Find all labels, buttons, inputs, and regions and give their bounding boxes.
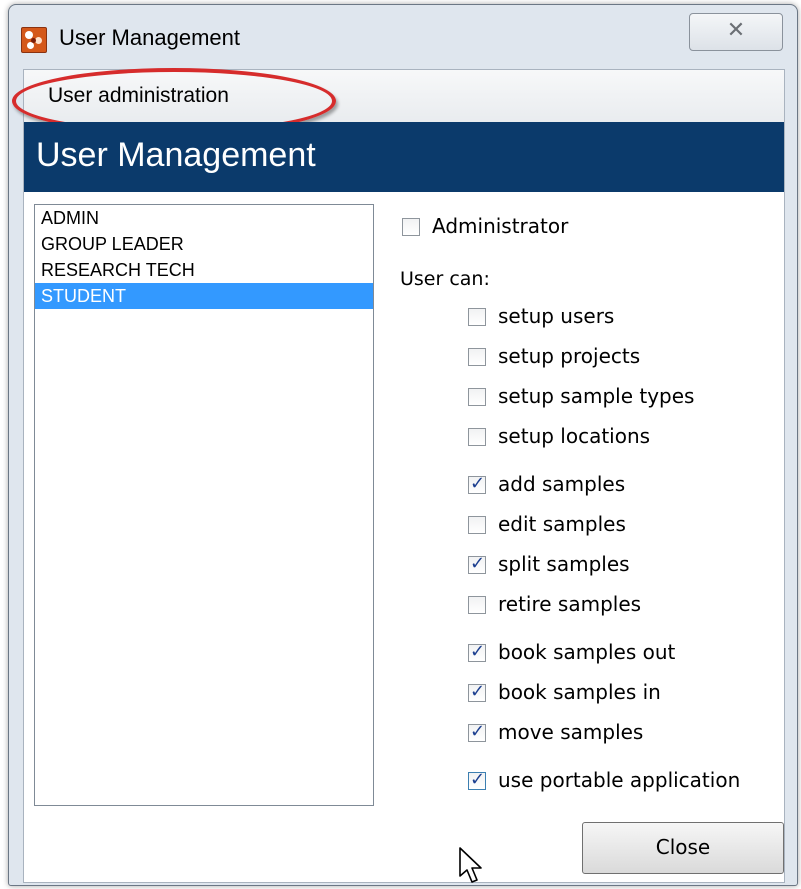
- app-icon: [21, 27, 47, 53]
- check-icon: ✓: [470, 681, 486, 702]
- edit-samples-label: edit samples: [498, 512, 626, 536]
- header-band: User Management: [24, 122, 784, 192]
- move-samples-checkbox[interactable]: ✓: [468, 721, 486, 742]
- list-item-admin[interactable]: ADMIN: [35, 205, 373, 231]
- add-samples-label: add samples: [498, 472, 626, 496]
- setup-users-label: setup users: [498, 304, 615, 328]
- add-samples-checkbox[interactable]: ✓: [468, 473, 486, 494]
- move-samples-label: move samples: [498, 720, 644, 744]
- user-management-window: User Management ✕ User administration Us…: [8, 4, 798, 886]
- setup-locations-label: setup locations: [498, 424, 651, 448]
- mouse-pointer-icon: [459, 847, 482, 883]
- list-item-group-leader[interactable]: GROUP LEADER: [35, 231, 373, 257]
- window-title: User Management: [59, 25, 240, 50]
- list-item-research-tech[interactable]: RESEARCH TECH: [35, 257, 373, 283]
- book-samples-in-checkbox[interactable]: ✓: [468, 681, 486, 702]
- check-icon: ✓: [470, 553, 486, 574]
- check-icon: ✓: [470, 473, 486, 494]
- use-portable-application-label: use portable application: [498, 768, 741, 792]
- split-samples-label: split samples: [498, 552, 630, 576]
- list-item-student[interactable]: STUDENT: [35, 283, 373, 309]
- retire-samples-label: retire samples: [498, 592, 642, 616]
- book-samples-in-label: book samples in: [498, 680, 661, 704]
- setup-sample-types-label: setup sample types: [498, 384, 695, 408]
- setup-users-checkbox[interactable]: [468, 308, 486, 326]
- edit-samples-checkbox[interactable]: [468, 516, 486, 534]
- setup-locations-checkbox[interactable]: [468, 428, 486, 446]
- use-portable-application-checkbox[interactable]: ✓: [468, 769, 486, 790]
- check-icon: ✓: [470, 721, 486, 742]
- administrator-checkbox[interactable]: [402, 218, 420, 236]
- page-title: User Management: [36, 136, 316, 174]
- setup-sample-types-checkbox[interactable]: [468, 388, 486, 406]
- book-samples-out-checkbox[interactable]: ✓: [468, 641, 486, 662]
- close-icon: ✕: [726, 18, 746, 43]
- close-button[interactable]: Close: [582, 822, 784, 874]
- administrator-label: Administrator: [432, 214, 569, 238]
- retire-samples-checkbox[interactable]: [468, 596, 486, 614]
- menu-item-user-administration[interactable]: User administration: [42, 82, 235, 110]
- window-close-button[interactable]: ✕: [689, 13, 783, 51]
- check-icon: ✓: [470, 641, 486, 662]
- user-can-label: User can:: [400, 268, 490, 290]
- menu-bar: User administration: [12, 68, 784, 134]
- split-samples-checkbox[interactable]: ✓: [468, 553, 486, 574]
- check-icon: ✓: [470, 769, 486, 790]
- setup-projects-label: setup projects: [498, 344, 641, 368]
- client-area: User administration User Management ADMI…: [12, 68, 785, 883]
- book-samples-out-label: book samples out: [498, 640, 676, 664]
- setup-projects-checkbox[interactable]: [468, 348, 486, 366]
- permissions-panel: Administrator User can: setup users setu…: [388, 204, 778, 804]
- title-bar: User Management ✕: [9, 5, 797, 67]
- user-role-list[interactable]: ADMIN GROUP LEADER RESEARCH TECH STUDENT: [34, 204, 374, 806]
